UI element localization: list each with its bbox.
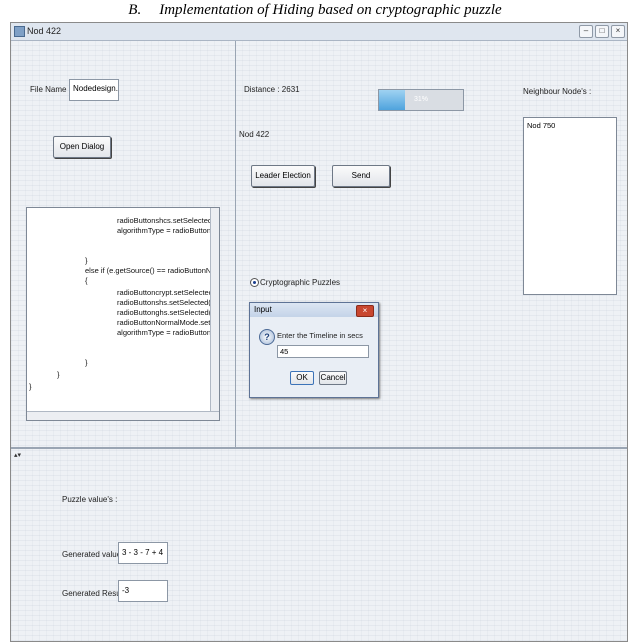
cryptographic-puzzles-label: Cryptographic Puzzles xyxy=(260,278,341,287)
question-icon: ? xyxy=(259,329,275,345)
dialog-ok-button[interactable]: OK xyxy=(290,371,314,385)
code-line: } xyxy=(29,382,32,391)
node-label: Nod 422 xyxy=(239,130,270,139)
caption-section: B. xyxy=(128,2,142,18)
progress-percent: 31% xyxy=(413,96,428,103)
code-line: } xyxy=(85,358,88,367)
maximize-button[interactable]: □ xyxy=(595,25,609,38)
code-line: else if (e.getSource() == radioButtonNor… xyxy=(85,266,219,275)
neighbour-list[interactable]: Nod 750 xyxy=(523,117,617,295)
code-line: } xyxy=(57,370,60,379)
dialog-title: Input xyxy=(254,305,272,314)
generated-value-field[interactable]: 3 - 3 - 7 + 4 xyxy=(118,542,168,564)
cryptographic-puzzles-radio[interactable] xyxy=(250,278,259,287)
app-icon xyxy=(14,26,25,37)
code-line: algorithmType = radioButtonNormalMo xyxy=(117,328,219,337)
code-viewer[interactable]: radioButtonshcs.setSelected(true); algor… xyxy=(26,207,220,421)
app-window: Nod 422 – □ × File Name : Nodedesign.txt… xyxy=(10,22,628,642)
progress-bar: 31% xyxy=(378,89,464,111)
code-horizontal-scrollbar[interactable] xyxy=(27,411,219,420)
dialog-cancel-button[interactable]: Cancel xyxy=(319,371,347,385)
code-line: algorithmType = radioButtonshcs.getT xyxy=(117,226,219,235)
input-dialog: Input × ? Enter the Timeline in secs 45 … xyxy=(249,302,379,398)
generated-value-label: Generated value : xyxy=(62,550,126,559)
code-line: radioButtonshcs.setSelected(true); xyxy=(117,216,219,225)
generated-result-field[interactable]: -3 xyxy=(118,580,168,602)
collapse-arrows[interactable]: ▴▾ xyxy=(14,451,21,459)
dialog-prompt: Enter the Timeline in secs xyxy=(277,331,363,340)
code-line: } xyxy=(85,256,88,265)
window-title: Nod 422 xyxy=(27,26,62,36)
title-bar: Nod 422 – □ × xyxy=(11,23,627,41)
caption-text: Implementation of Hiding based on crypto… xyxy=(159,2,502,18)
leader-election-button[interactable]: Leader Election xyxy=(251,165,315,187)
send-button[interactable]: Send xyxy=(332,165,390,187)
minimize-button[interactable]: – xyxy=(579,25,593,38)
file-name-label: File Name : xyxy=(30,85,71,94)
panel-splitter-vertical[interactable] xyxy=(235,41,236,447)
timeline-input[interactable]: 45 xyxy=(277,345,369,358)
code-vertical-scrollbar[interactable] xyxy=(210,208,219,420)
close-button[interactable]: × xyxy=(611,25,625,38)
panel-splitter-horizontal[interactable] xyxy=(11,447,627,449)
neighbours-label: Neighbour Node's : xyxy=(523,87,592,96)
dialog-title-bar: Input × xyxy=(250,303,378,317)
code-line: radioButtoncrypt.setSelected(false); xyxy=(117,288,219,297)
file-name-field[interactable]: Nodedesign.txt xyxy=(69,79,119,101)
code-line: radioButtonNormalMode.setSelected(tr xyxy=(117,318,220,327)
code-line: { xyxy=(85,276,88,285)
neighbour-item[interactable]: Nod 750 xyxy=(527,121,555,130)
puzzle-values-label: Puzzle value's : xyxy=(62,495,118,504)
code-line: radioButtonshs.setSelected(false); xyxy=(117,298,220,307)
distance-label: Distance : 2631 xyxy=(244,85,300,94)
figure-caption: B. Implementation of Hiding based on cryp… xyxy=(0,0,630,22)
code-line: radioButtonghs.setSelected(false); xyxy=(117,308,219,317)
open-dialog-button[interactable]: Open Dialog xyxy=(53,136,111,158)
dialog-close-button[interactable]: × xyxy=(356,305,374,317)
